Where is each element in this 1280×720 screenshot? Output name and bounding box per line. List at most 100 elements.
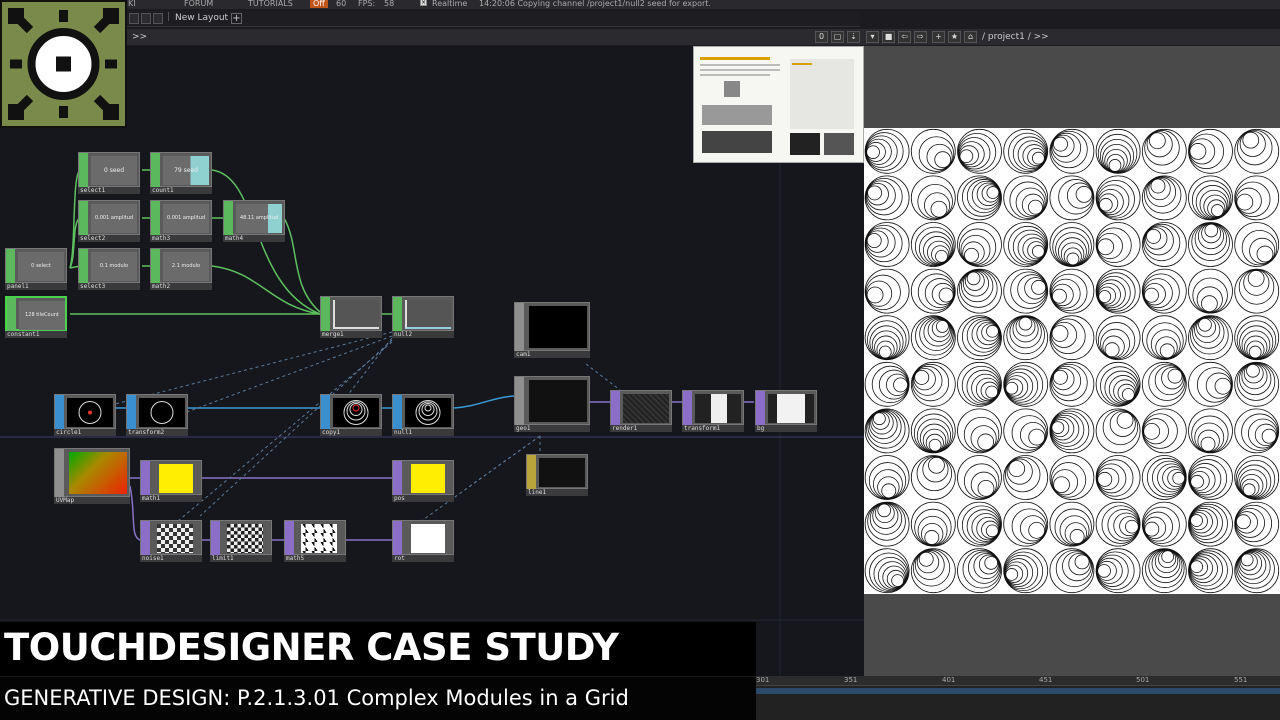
window-icon[interactable]: ▢: [831, 31, 844, 43]
node-select3[interactable]: 0.1 modulo select3: [78, 248, 140, 290]
timeline[interactable]: 301 351 401 451 501 551: [756, 676, 1280, 720]
node-transform1[interactable]: transform1: [682, 390, 744, 432]
render-circle: [977, 433, 995, 451]
node-copy1[interactable]: copy1: [320, 394, 382, 436]
render-circle: [1151, 549, 1181, 579]
render-circle: [1146, 322, 1184, 360]
path-zero-button[interactable]: 0: [815, 31, 828, 43]
render-circle: [1031, 279, 1047, 295]
render-circle: [1150, 178, 1166, 194]
home-icon[interactable]: ⌂: [964, 31, 977, 43]
render-circle: [1010, 271, 1048, 309]
node-render1[interactable]: render1: [610, 390, 672, 432]
node-circle1[interactable]: circle1: [54, 394, 116, 436]
add-layout-button[interactable]: +: [231, 13, 242, 24]
path-expand-left[interactable]: >>: [132, 29, 147, 45]
node-constant1[interactable]: 128 tileCount constant1: [5, 296, 67, 338]
node-limit1[interactable]: limit1: [210, 520, 272, 562]
render-circle: [919, 423, 949, 453]
render-circle: [871, 365, 910, 404]
render-circle: [1194, 316, 1221, 344]
render-circle: [918, 551, 934, 567]
realtime-checkbox[interactable]: ×: [420, 0, 427, 6]
chevron-down-icon[interactable]: ▾: [866, 31, 879, 43]
render-circle: [922, 456, 949, 483]
stop-icon[interactable]: ■: [882, 31, 895, 43]
node-line1[interactable]: line1: [526, 454, 588, 496]
node-merge1[interactable]: merge1: [320, 296, 382, 338]
render-circle: [877, 476, 900, 499]
render-circle: [1051, 469, 1079, 496]
breadcrumb[interactable]: / project1 / >>: [982, 29, 1049, 45]
timeline-range-bar[interactable]: [756, 688, 1280, 694]
render-circle: [1058, 179, 1094, 215]
arrow-down-icon[interactable]: ⇣: [847, 31, 860, 43]
tick-label: 351: [844, 676, 858, 684]
node-pos[interactable]: pos: [392, 460, 454, 502]
menu-item-tutorials[interactable]: TUTORIALS: [248, 0, 293, 8]
tick-label: 551: [1234, 676, 1248, 684]
forward-icon[interactable]: ⇨: [914, 31, 927, 43]
render-circle: [1190, 560, 1204, 574]
node-count1[interactable]: 79 seed count1: [150, 152, 212, 194]
render-circle: [1121, 388, 1135, 401]
menu-item-wiki[interactable]: KI: [128, 0, 136, 8]
timeline-ruler[interactable]: 301 351 401 451 501 551: [756, 676, 1280, 686]
render-circle: [1109, 410, 1136, 437]
node-bg[interactable]: bg: [755, 390, 817, 432]
render-circle: [1247, 270, 1265, 287]
circle-grid-render: [864, 128, 1280, 594]
render-circle: [1144, 287, 1159, 303]
render-circle: [1188, 361, 1233, 407]
render-circle: [1097, 471, 1113, 487]
star-icon[interactable]: ★: [948, 31, 961, 43]
menu-item-forum[interactable]: FORUM: [184, 0, 213, 8]
layout-pane-button[interactable]: [141, 13, 151, 24]
render-circle: [1167, 368, 1183, 384]
render-circle: [1146, 131, 1173, 158]
node-noise1[interactable]: noise1: [140, 520, 202, 562]
node-cam1[interactable]: cam1: [514, 302, 590, 358]
render-circle: [1009, 315, 1042, 349]
node-null2[interactable]: null2: [392, 296, 454, 338]
render-circle: [934, 151, 952, 169]
add-icon[interactable]: +: [932, 31, 945, 43]
render-circle: [893, 377, 908, 393]
new-layout-tab[interactable]: New Layout: [175, 13, 228, 23]
render-circle: [1145, 548, 1185, 589]
back-icon[interactable]: ⇦: [898, 31, 911, 43]
render-circle: [1197, 429, 1220, 453]
render-circle: [1234, 268, 1280, 314]
render-circle: [1108, 159, 1122, 172]
render-circle: [1191, 415, 1229, 453]
node-math5[interactable]: math5: [284, 520, 346, 562]
render-circle: [1107, 508, 1140, 542]
render-circle: [1116, 412, 1134, 429]
render-circle: [963, 416, 1000, 453]
node-math1[interactable]: math1: [140, 460, 202, 502]
node-geo1[interactable]: geo1: [514, 376, 590, 432]
node-select1[interactable]: 0 seed select1: [78, 152, 140, 194]
render-circle: [1235, 181, 1271, 218]
node-math3[interactable]: 0.001 amplitud math3: [150, 200, 212, 242]
node-math2[interactable]: 2.1 modulo math2: [150, 248, 212, 290]
layout-pane-button[interactable]: [153, 13, 163, 24]
fps-limit-value[interactable]: 60: [336, 0, 346, 8]
render-circle: [865, 142, 886, 162]
render-circle: [1097, 238, 1115, 256]
render-circle: [891, 574, 904, 587]
render-circle: [1011, 415, 1048, 451]
node-null1[interactable]: null1: [392, 394, 454, 436]
render-circle: [1003, 315, 1049, 361]
node-rot[interactable]: rot: [392, 520, 454, 562]
realtime-off-badge[interactable]: Off: [310, 0, 328, 8]
layout-pane-button[interactable]: [129, 13, 139, 24]
node-math4[interactable]: 48.11 amplitud math4: [223, 200, 285, 242]
render-circle: [881, 483, 897, 499]
node-uvmap[interactable]: UVMap: [54, 448, 130, 504]
render-circle: [1256, 245, 1274, 263]
node-panel1[interactable]: 0 select panel1: [5, 248, 67, 290]
node-transform2[interactable]: transform2: [126, 394, 188, 436]
render-circle: [938, 287, 954, 303]
node-select2[interactable]: 0.001 amplitud select2: [78, 200, 140, 242]
